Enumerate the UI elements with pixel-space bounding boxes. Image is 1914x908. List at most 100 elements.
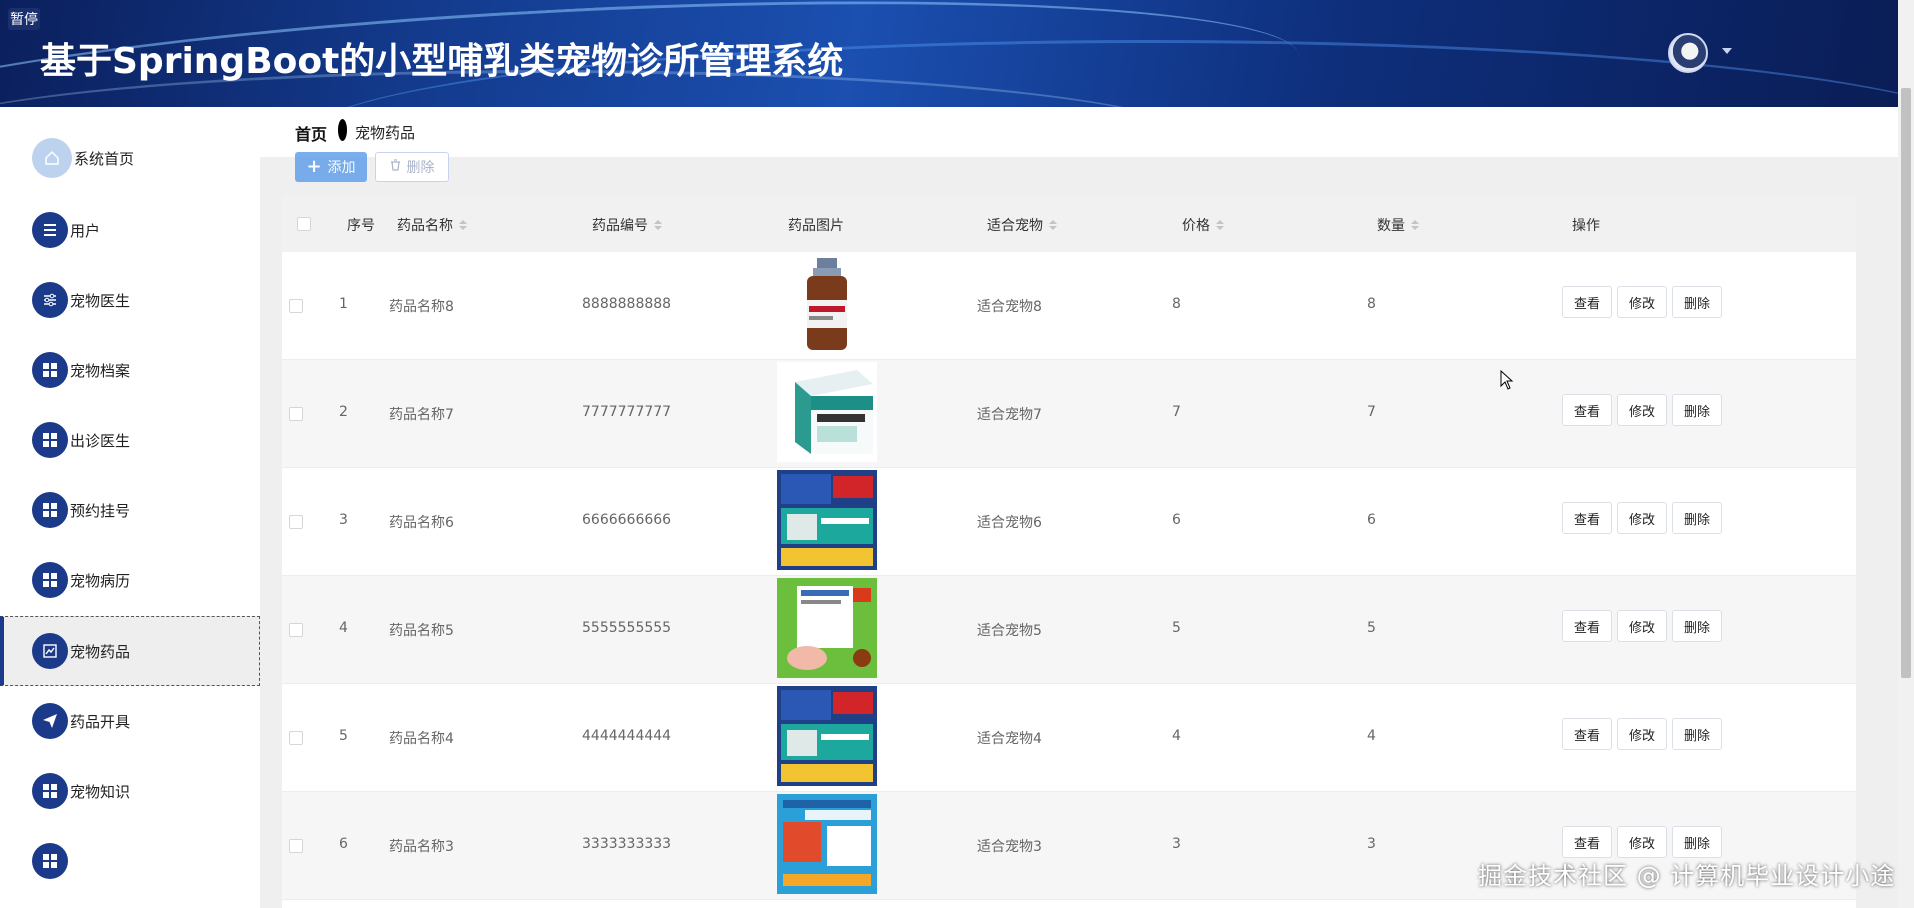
col-ops: 操作 xyxy=(1572,218,1600,234)
sidebar-item-more[interactable] xyxy=(0,826,260,896)
cell-price: 3 xyxy=(1172,836,1181,852)
view-button[interactable]: 查看 xyxy=(1562,286,1612,318)
watermark: 掘金技术社区 @ 计算机毕业设计小途 xyxy=(1478,862,1896,890)
cell-name: 药品名称7 xyxy=(389,407,454,423)
table-header: 序号 药品名称 药品编号 药品图片 适合宠物 价格 数量 操作 xyxy=(282,196,1856,252)
delete-button[interactable]: 删除 xyxy=(1672,610,1722,642)
row-checkbox[interactable] xyxy=(289,623,303,637)
col-qty[interactable]: 数量 xyxy=(1377,215,1419,235)
send-icon xyxy=(32,703,68,739)
sliders-icon xyxy=(32,282,68,318)
sidebar-item-pet-medicine[interactable]: 宠物药品 xyxy=(0,616,260,686)
cell-pet: 适合宠物6 xyxy=(977,515,1042,531)
delete-button-label: 删除 xyxy=(406,160,435,176)
sidebar-item-label: 宠物知识 xyxy=(70,782,131,801)
cell-index: 5 xyxy=(339,728,348,744)
cell-name: 药品名称3 xyxy=(389,839,454,855)
cell-pet: 适合宠物5 xyxy=(977,623,1042,639)
sort-icon xyxy=(1411,220,1419,230)
delete-button[interactable]: 删除 xyxy=(1672,394,1722,426)
delete-button[interactable]: 删除 xyxy=(1672,826,1722,858)
mouse-cursor-icon xyxy=(1500,370,1514,390)
grid-icon xyxy=(32,352,68,388)
add-button[interactable]: + 添加 xyxy=(295,152,367,182)
cell-pet: 适合宠物4 xyxy=(977,731,1042,747)
edit-button[interactable]: 修改 xyxy=(1617,826,1667,858)
table-row: 1 药品名称8 8888888888 适合宠物8 8 8 查看 修改 删除 xyxy=(282,252,1856,360)
delete-button[interactable]: 删除 xyxy=(1672,502,1722,534)
sort-icon xyxy=(654,220,662,230)
cell-pet: 适合宠物7 xyxy=(977,407,1042,423)
delete-button[interactable]: 删除 xyxy=(1672,286,1722,318)
sidebar-item-label: 出诊医生 xyxy=(70,431,131,450)
row-checkbox[interactable] xyxy=(289,839,303,853)
cell-code: 7777777777 xyxy=(582,404,672,420)
pause-badge: 暂停 xyxy=(8,8,40,30)
cell-price: 8 xyxy=(1172,296,1181,312)
cell-index: 4 xyxy=(339,620,348,636)
breadcrumb-home[interactable]: 首页 xyxy=(295,121,327,145)
row-checkbox[interactable] xyxy=(289,515,303,529)
app-title: 基于SpringBoot的小型哺乳类宠物诊所管理系统 xyxy=(40,41,844,82)
medicine-image[interactable] xyxy=(777,686,877,786)
edit-button[interactable]: 修改 xyxy=(1617,610,1667,642)
row-checkbox[interactable] xyxy=(289,407,303,421)
sidebar-item-users[interactable]: 用户 xyxy=(0,195,260,265)
table-row: 3 药品名称6 6666666666 适合宠物6 6 6 查看 修改 删除 xyxy=(282,468,1856,576)
user-avatar[interactable] xyxy=(1668,33,1708,73)
view-button[interactable]: 查看 xyxy=(1562,718,1612,750)
cell-name: 药品名称4 xyxy=(389,731,454,747)
page-scrollbar[interactable] xyxy=(1898,0,1914,908)
sidebar-item-appointment[interactable]: 预约挂号 xyxy=(0,475,260,545)
row-checkbox[interactable] xyxy=(289,299,303,313)
breadcrumb-separator-icon xyxy=(338,119,347,141)
sidebar: 系统首页 用户 宠物医生 宠物档案 出诊医生 预约挂号 宠物病历 宠物药品 药品… xyxy=(0,107,260,908)
medicine-image[interactable] xyxy=(777,578,877,678)
sort-icon xyxy=(1049,220,1057,230)
sidebar-item-pet-records[interactable]: 宠物档案 xyxy=(0,335,260,405)
select-all-checkbox[interactable] xyxy=(297,217,311,231)
trash-icon xyxy=(390,159,401,175)
edit-button[interactable]: 修改 xyxy=(1617,718,1667,750)
cell-price: 4 xyxy=(1172,728,1181,744)
sidebar-item-label: 药品开具 xyxy=(70,712,131,731)
sidebar-item-pet-doctor[interactable]: 宠物医生 xyxy=(0,265,260,335)
view-button[interactable]: 查看 xyxy=(1562,826,1612,858)
row-checkbox[interactable] xyxy=(289,731,303,745)
view-button[interactable]: 查看 xyxy=(1562,502,1612,534)
edit-button[interactable]: 修改 xyxy=(1617,286,1667,318)
col-name[interactable]: 药品名称 xyxy=(397,215,467,235)
col-pet[interactable]: 适合宠物 xyxy=(987,215,1057,235)
cell-qty: 4 xyxy=(1367,728,1376,744)
sidebar-item-medical-history[interactable]: 宠物病历 xyxy=(0,545,260,615)
col-index: 序号 xyxy=(347,218,375,234)
add-button-label: 添加 xyxy=(327,160,356,176)
col-code[interactable]: 药品编号 xyxy=(592,215,662,235)
edit-button[interactable]: 修改 xyxy=(1617,502,1667,534)
sidebar-item-prescription[interactable]: 药品开具 xyxy=(0,686,260,756)
view-button[interactable]: 查看 xyxy=(1562,610,1612,642)
cell-qty: 7 xyxy=(1367,404,1376,420)
sidebar-item-visiting-doctor[interactable]: 出诊医生 xyxy=(0,405,260,475)
medicine-image[interactable] xyxy=(777,470,877,570)
col-price[interactable]: 价格 xyxy=(1182,215,1224,235)
delete-button[interactable]: 删除 xyxy=(1672,718,1722,750)
medicine-image[interactable] xyxy=(777,362,877,462)
medicine-image[interactable] xyxy=(777,794,877,894)
sort-icon xyxy=(459,220,467,230)
home-icon xyxy=(32,138,72,178)
batch-delete-button[interactable]: 删除 xyxy=(375,152,449,182)
cell-price: 7 xyxy=(1172,404,1181,420)
medicine-image[interactable] xyxy=(777,254,877,354)
view-button[interactable]: 查看 xyxy=(1562,394,1612,426)
sidebar-item-label: 用户 xyxy=(70,221,101,240)
sidebar-item-label: 系统首页 xyxy=(74,149,135,168)
edit-button[interactable]: 修改 xyxy=(1617,394,1667,426)
chevron-down-icon[interactable] xyxy=(1722,48,1732,54)
grid-icon xyxy=(32,422,68,458)
sidebar-item-pet-knowledge[interactable]: 宠物知识 xyxy=(0,756,260,826)
sidebar-item-home[interactable]: 系统首页 xyxy=(0,123,260,193)
breadcrumb: 首页 宠物药品 xyxy=(260,107,1898,157)
cell-qty: 5 xyxy=(1367,620,1376,636)
scrollbar-thumb[interactable] xyxy=(1901,88,1911,678)
